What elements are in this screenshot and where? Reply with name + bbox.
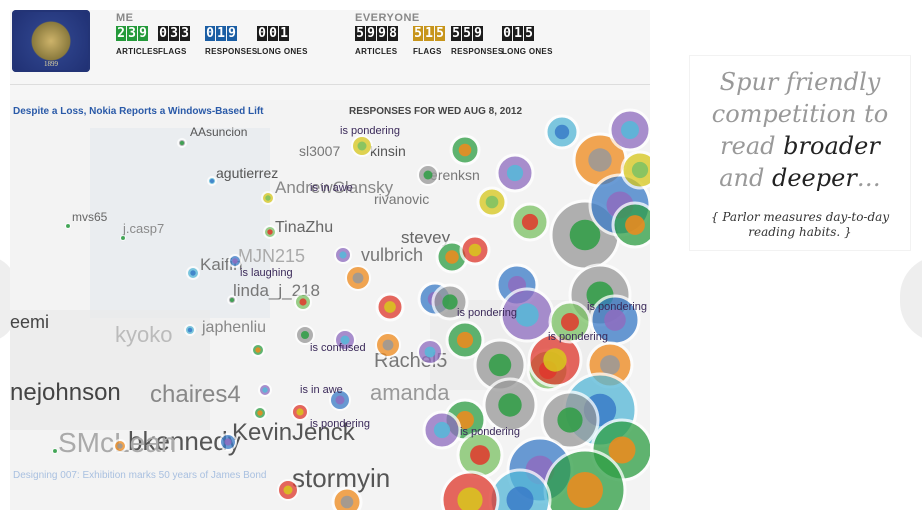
reader-status-label: is pondering: [460, 426, 520, 438]
username-label[interactable]: kyoko: [115, 322, 172, 347]
reader-status-label: is pondering: [457, 307, 517, 319]
username-label[interactable]: eemi: [10, 312, 49, 332]
username-label[interactable]: rivanovic: [374, 191, 429, 207]
username-label[interactable]: TinaZhu: [275, 219, 333, 236]
reader-bubble[interactable]: [253, 406, 267, 420]
username-label[interactable]: chaires4: [150, 381, 241, 408]
username-label[interactable]: japhenliu: [201, 319, 266, 336]
reader-bubble[interactable]: [184, 324, 196, 336]
reader-bubble[interactable]: [375, 292, 405, 322]
reader-bubble[interactable]: [207, 176, 217, 186]
reader-status-label: is laughing: [240, 267, 293, 279]
reader-bubble[interactable]: [510, 202, 550, 242]
username-label[interactable]: vulbrich: [361, 245, 423, 265]
reader-bubble[interactable]: [417, 339, 443, 365]
next-slide-arrow[interactable]: [900, 256, 922, 342]
parlor-app: 1899 ME 2 3 9 ARTICLES 0 3 3 FLAGS 0 1 9 RESPONSES 0…: [10, 10, 650, 510]
username-label[interactable]: AAsuncion: [190, 125, 247, 139]
reader-bubble[interactable]: [261, 191, 275, 205]
reader-bubble[interactable]: [417, 164, 439, 186]
username-label[interactable]: j.casp7: [122, 221, 164, 236]
reader-bubble[interactable]: [227, 295, 237, 305]
reader-bubble[interactable]: [620, 150, 650, 190]
reader-bubble[interactable]: [177, 138, 187, 148]
marketing-card: Spur friendly competition to read broade…: [690, 56, 910, 250]
reader-bubble[interactable]: [334, 246, 352, 264]
username-label[interactable]: agutierrez: [216, 165, 278, 181]
username-label[interactable]: nejohnson: [10, 379, 121, 406]
username-label[interactable]: sl3007: [299, 143, 340, 159]
reader-bubble[interactable]: [345, 265, 371, 291]
page: 1899 ME 2 3 9 ARTICLES 0 3 3 FLAGS 0 1 9 RESPONSES 0…: [0, 0, 922, 521]
marketing-subtitle: { Parlor measures day-to-day reading hab…: [710, 210, 890, 239]
reader-status-label: is pondering: [548, 331, 608, 343]
reader-bubble[interactable]: [263, 225, 277, 239]
reader-bubble[interactable]: [258, 383, 272, 397]
reader-bubble-visualization: AAsuncionagutierrezmvs65j.casp7AndrewCla…: [10, 108, 650, 510]
reader-bubble[interactable]: [459, 234, 491, 266]
marketing-headline: Spur friendly competition to read broade…: [711, 68, 889, 192]
username-label[interactable]: mvs65: [72, 210, 108, 224]
reader-bubble[interactable]: [228, 254, 242, 268]
reader-status-label: is pondering: [340, 125, 400, 137]
reader-status-label: is in awe: [310, 182, 353, 194]
reader-bubble[interactable]: [219, 433, 237, 451]
reader-bubble[interactable]: [611, 201, 650, 249]
reader-bubble[interactable]: [422, 410, 462, 450]
username-label[interactable]: kinsin: [370, 143, 406, 159]
reader-bubble[interactable]: [331, 486, 363, 510]
reader-bubble[interactable]: [277, 479, 299, 501]
reader-status-label: is in awe: [300, 384, 343, 396]
reader-bubble[interactable]: [544, 114, 580, 150]
reader-bubble[interactable]: [482, 377, 538, 433]
reader-status-label: is confused: [310, 342, 366, 354]
reader-bubble[interactable]: [476, 186, 508, 218]
reader-status-label: is pondering: [587, 301, 647, 313]
reader-bubble[interactable]: [375, 332, 401, 358]
reader-bubble[interactable]: [456, 431, 504, 479]
username-label[interactable]: amanda: [370, 380, 450, 405]
reader-bubble[interactable]: [186, 266, 200, 280]
reader-bubble[interactable]: [113, 439, 127, 453]
reader-bubble[interactable]: [440, 470, 500, 510]
username-label[interactable]: MJN215: [238, 246, 305, 266]
reader-bubble[interactable]: [449, 134, 481, 166]
reader-bubble[interactable]: [294, 293, 312, 311]
reader-bubble[interactable]: [351, 135, 373, 157]
reader-bubble[interactable]: [251, 343, 265, 357]
reader-bubble[interactable]: [65, 223, 71, 229]
reader-bubble[interactable]: [495, 153, 535, 193]
reader-bubble[interactable]: [291, 403, 309, 421]
reader-bubble[interactable]: [608, 108, 650, 152]
reader-status-label: is pondering: [310, 418, 370, 430]
reader-bubble[interactable]: [120, 235, 126, 241]
reader-bubble[interactable]: [52, 448, 58, 454]
